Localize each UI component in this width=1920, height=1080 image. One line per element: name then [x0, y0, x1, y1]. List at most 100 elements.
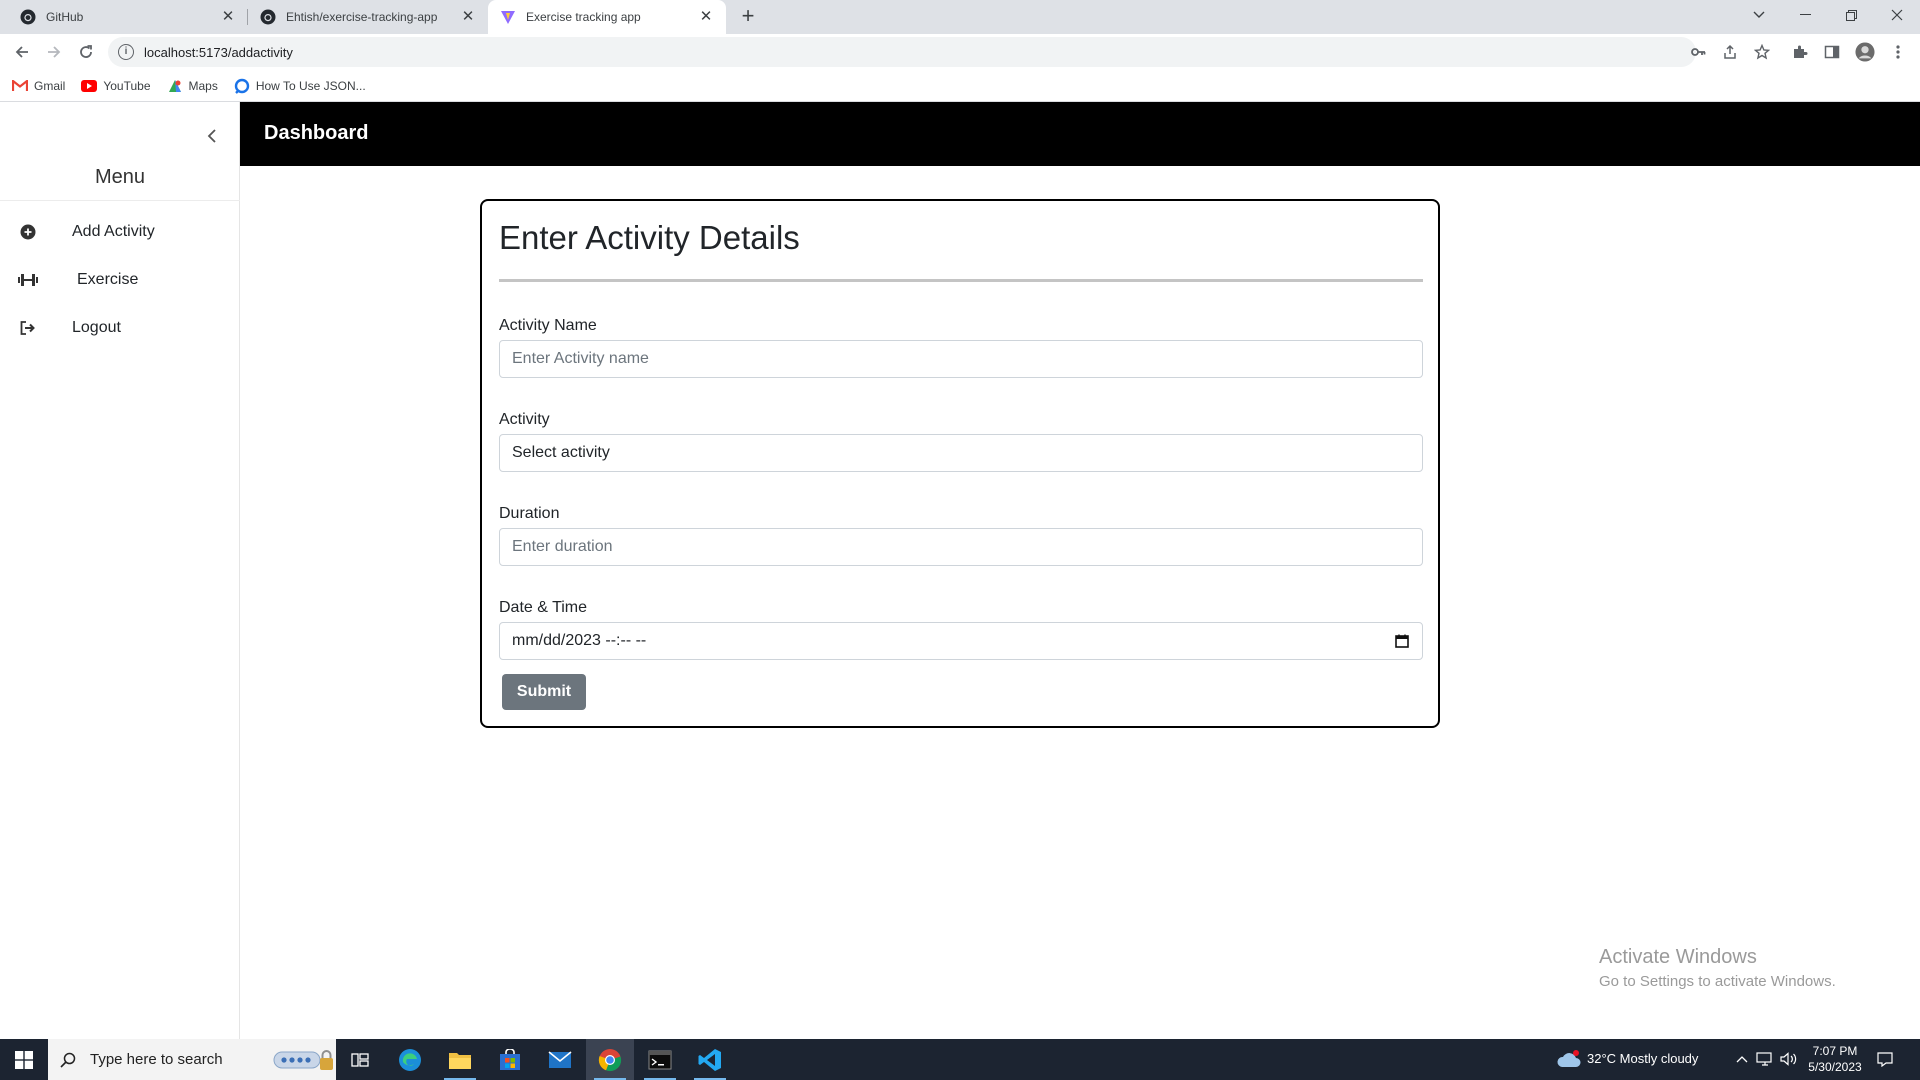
tab-github[interactable]: GitHub ✕: [8, 0, 248, 34]
heading-divider: [499, 279, 1423, 282]
minimize-icon[interactable]: [1782, 0, 1828, 30]
browser-tab-strip: GitHub ✕ Ehtish/exercise-tracking-app ✕ …: [0, 0, 1920, 34]
sidebar-item-add-activity[interactable]: Add Activity: [0, 212, 240, 252]
side-panel-icon[interactable]: [1822, 42, 1842, 62]
task-view-icon[interactable]: [336, 1039, 384, 1080]
clock-time: 7:07 PM: [1812, 1044, 1858, 1058]
close-icon[interactable]: ✕: [698, 9, 714, 25]
extensions-icon[interactable]: [1790, 42, 1810, 62]
search-icon: [60, 1052, 76, 1068]
bookmark-label: Maps: [188, 78, 218, 93]
submit-button[interactable]: Submit: [502, 674, 586, 710]
start-button[interactable]: [0, 1039, 48, 1080]
notifications-icon[interactable]: [1876, 1050, 1894, 1068]
sidebar-item-exercise[interactable]: Exercise: [0, 260, 240, 300]
bookmark-youtube[interactable]: YouTube: [81, 78, 151, 94]
sidebar-item-logout[interactable]: Logout: [0, 308, 240, 348]
bookmark-label: YouTube: [103, 78, 151, 93]
weather-text[interactable]: 32°C Mostly cloudy: [1587, 1051, 1698, 1066]
datetime-label: Date & Time: [499, 599, 588, 616]
bookmark-maps[interactable]: Maps: [167, 78, 218, 94]
activity-name-label: Activity Name: [499, 317, 597, 334]
maps-icon: [167, 78, 183, 94]
close-icon[interactable]: ✕: [220, 9, 236, 25]
youtube-icon: [81, 78, 98, 94]
back-arrow-icon[interactable]: [10, 40, 34, 64]
vscode-icon[interactable]: [686, 1039, 734, 1080]
search-highlight-icon: [272, 1047, 336, 1073]
new-tab-button[interactable]: +: [736, 5, 760, 29]
bookmark-json[interactable]: How To Use JSON...: [234, 78, 366, 94]
watermark-subtitle: Go to Settings to activate Windows.: [1599, 973, 1836, 990]
github-icon: [260, 9, 276, 25]
chevron-up-icon[interactable]: [1733, 1050, 1751, 1068]
network-icon[interactable]: [1756, 1050, 1774, 1068]
file-explorer-icon[interactable]: [436, 1039, 484, 1080]
dumbbell-icon: [18, 270, 38, 290]
form-heading: Enter Activity Details: [499, 219, 800, 256]
sidebar-item-label: Logout: [72, 319, 121, 336]
calendar-icon[interactable]: [1394, 633, 1410, 649]
menu-divider: [0, 200, 240, 201]
tab-title: Ehtish/exercise-tracking-app: [286, 10, 438, 24]
browser-toolbar: i localhost:5173/addactivity: [0, 34, 1920, 70]
bookmark-gmail[interactable]: Gmail: [12, 78, 65, 94]
gmail-icon: [12, 78, 28, 94]
terminal-icon[interactable]: [636, 1039, 684, 1080]
datetime-value: mm/dd/2023 --:-- --: [512, 632, 647, 649]
page-title: Dashboard: [264, 122, 369, 144]
github-icon: [20, 9, 36, 25]
sidebar-item-label: Add Activity: [72, 223, 155, 240]
chrome-icon[interactable]: [586, 1039, 634, 1080]
tab-search-icon[interactable]: [1736, 0, 1782, 30]
windows-logo-icon: [15, 1050, 33, 1069]
activity-form-card: Enter Activity Details Activity Name Act…: [480, 199, 1440, 728]
plus-circle-icon: [18, 222, 38, 242]
tab-exercise-app[interactable]: Exercise tracking app ✕: [488, 0, 726, 34]
reload-icon[interactable]: [74, 40, 98, 64]
tab-title: GitHub: [46, 10, 84, 24]
tab-repo[interactable]: Ehtish/exercise-tracking-app ✕: [248, 0, 488, 34]
taskbar-search[interactable]: Type here to search: [48, 1039, 336, 1080]
mail-icon[interactable]: [536, 1039, 584, 1080]
activity-name-input[interactable]: [499, 340, 1423, 378]
edge-icon[interactable]: [386, 1039, 434, 1080]
bookmark-label: How To Use JSON...: [255, 78, 366, 93]
clock-date: 5/30/2023: [1808, 1060, 1862, 1074]
address-bar[interactable]: i localhost:5173/addactivity: [108, 37, 1696, 67]
activation-watermark: Activate Windows Go to Settings to activ…: [1599, 946, 1836, 990]
forward-arrow-icon[interactable]: [42, 40, 66, 64]
json-icon: [234, 78, 250, 94]
close-icon[interactable]: ✕: [460, 9, 476, 25]
watermark-title: Activate Windows: [1599, 946, 1757, 968]
share-icon[interactable]: [1720, 42, 1740, 62]
tab-title: Exercise tracking app: [526, 10, 641, 24]
close-window-icon[interactable]: [1874, 0, 1920, 30]
url-text: localhost:5173/addactivity: [144, 44, 293, 60]
bookmark-label: Gmail: [34, 78, 66, 93]
taskbar-clock[interactable]: 7:07 PM 5/30/2023: [1790, 1043, 1880, 1075]
sidebar: Menu Add Activity Exercise Logout: [0, 102, 240, 1039]
datetime-input[interactable]: mm/dd/2023 --:-- --: [499, 622, 1423, 660]
windows-taskbar: Type here to search 32°C Mostly cloudy 7…: [0, 1039, 1920, 1080]
store-icon[interactable]: [486, 1039, 534, 1080]
app-header: Dashboard: [240, 102, 1920, 166]
key-icon[interactable]: [1688, 42, 1708, 62]
activity-label: Activity: [499, 411, 550, 428]
more-menu-icon[interactable]: [1888, 42, 1908, 62]
site-info-icon[interactable]: i: [118, 44, 134, 60]
sidebar-item-label: Exercise: [77, 271, 139, 288]
avatar[interactable]: [1855, 42, 1875, 62]
duration-input[interactable]: [499, 528, 1423, 566]
collapse-sidebar-button[interactable]: [200, 124, 224, 148]
search-placeholder: Type here to search: [90, 1051, 223, 1068]
bookmark-star-icon[interactable]: [1752, 42, 1772, 62]
weather-icon[interactable]: [1556, 1050, 1582, 1068]
duration-label: Duration: [499, 505, 560, 522]
logout-icon: [18, 318, 38, 338]
vite-icon: [500, 9, 516, 25]
bookmarks-bar: Gmail YouTube Maps How To Use JSON...: [0, 70, 1920, 102]
menu-title: Menu: [94, 166, 146, 188]
restore-icon[interactable]: [1828, 0, 1874, 30]
activity-select[interactable]: Select activity: [499, 434, 1423, 472]
